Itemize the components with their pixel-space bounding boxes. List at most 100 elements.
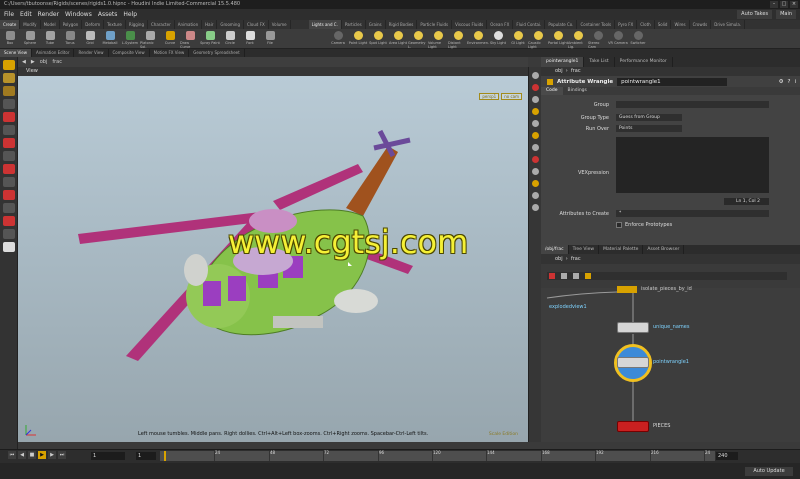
forward-icon[interactable]: ▶	[31, 59, 35, 65]
tab-material-palette[interactable]: Material Palette	[599, 245, 644, 254]
shading-icon[interactable]	[531, 108, 539, 115]
pose-tool-icon[interactable]	[2, 125, 15, 135]
unique-names-node-label[interactable]: unique_names	[653, 324, 689, 330]
auto-takes-toggle[interactable]: Auto Takes	[737, 10, 773, 19]
tab-take-list[interactable]: Take List	[584, 57, 615, 67]
shelf-tool-right-14[interactable]: VR Camera	[608, 29, 628, 49]
shelf-tab-right-10[interactable]: Pyro FX	[615, 20, 638, 29]
shelf-tab-left-7[interactable]: Character	[148, 20, 175, 29]
shelf-tab-right-11[interactable]: Cloth	[637, 20, 655, 29]
vertex-icon[interactable]	[531, 168, 539, 175]
group-type-dropdown[interactable]: Guess from Group	[616, 114, 682, 121]
render-region-icon[interactable]	[2, 177, 15, 187]
pieces-node[interactable]	[617, 421, 649, 432]
maximize-icon[interactable]: □	[780, 1, 788, 8]
shelf-tool-left-4[interactable]: Grid	[80, 29, 100, 49]
playhead[interactable]	[164, 451, 166, 461]
current-frame-field[interactable]: 1	[91, 452, 125, 460]
network-tool-icon[interactable]	[549, 273, 555, 279]
step-forward-icon[interactable]: ▶	[48, 451, 56, 459]
shelf-tool-right-11[interactable]: Portal Light	[548, 29, 568, 49]
shelf-tool-right-8[interactable]: Sky Light	[488, 29, 508, 49]
shelf-tab-left-11[interactable]: Cloud FX	[244, 20, 269, 29]
shelf-tab-left-4[interactable]: Deform	[82, 20, 105, 29]
view-tool-icon[interactable]	[2, 138, 15, 148]
pane-tab-0[interactable]: Scene View	[0, 49, 32, 57]
shelf-tool-left-13[interactable]: File	[260, 29, 280, 49]
pane-tab-2[interactable]: Render View	[74, 49, 109, 57]
back-icon[interactable]: ◀	[22, 59, 26, 65]
points-icon[interactable]	[531, 132, 539, 139]
camera-tool-icon[interactable]	[2, 216, 15, 226]
enforce-prototypes-checkbox[interactable]	[616, 222, 622, 228]
shelf-tool-left-7[interactable]: Platonic Sol.	[140, 29, 160, 49]
shelf-tool-left-2[interactable]: Tube	[40, 29, 60, 49]
shelf-tool-left-8[interactable]: Curve	[160, 29, 180, 49]
path-segment-obj[interactable]: obj	[40, 59, 48, 65]
shelf-tab-right-15[interactable]: Drive Simula.	[711, 20, 746, 29]
normals-icon[interactable]	[531, 144, 539, 151]
pointwrangle-node[interactable]	[617, 357, 649, 368]
shelf-tool-left-10[interactable]: Spray Paint	[200, 29, 220, 49]
rotate-tool-icon[interactable]	[2, 86, 15, 96]
menu-help[interactable]: Help	[123, 11, 137, 18]
auto-update-menu[interactable]: Auto Update	[745, 467, 793, 476]
bulb-icon[interactable]	[2, 242, 15, 252]
grid-icon[interactable]	[531, 192, 539, 199]
shelf-tab-right-5[interactable]: Viscous Fluids	[452, 20, 488, 29]
shelf-tool-left-5[interactable]: Metaball	[100, 29, 120, 49]
display-icon[interactable]	[2, 229, 15, 239]
shelf-tab-left-2[interactable]: Model	[41, 20, 60, 29]
background-icon[interactable]	[531, 204, 539, 211]
shelf-tool-right-13[interactable]: Stereo Cam	[588, 29, 608, 49]
tab-network-frac[interactable]: /obj/frac	[541, 245, 569, 254]
shelf-tab-left-9[interactable]: Hair	[202, 20, 218, 29]
ghost-icon[interactable]	[531, 84, 539, 91]
shelf-tool-right-5[interactable]: Volume Light	[428, 29, 448, 49]
shelf-tab-right-0[interactable]: Lights and C.	[308, 20, 342, 29]
shelf-tool-left-11[interactable]: Circle	[220, 29, 240, 49]
shelf-tool-right-12[interactable]: Ambient Lig.	[568, 29, 588, 49]
play-icon[interactable]: ▶	[38, 451, 46, 459]
menu-windows[interactable]: Windows	[65, 11, 92, 18]
move-tool-icon[interactable]	[2, 73, 15, 83]
go-to-start-icon[interactable]: ⏮	[8, 451, 16, 459]
minimize-icon[interactable]: –	[770, 1, 778, 8]
stop-icon[interactable]: ■	[28, 451, 36, 459]
flipbook-icon[interactable]	[2, 190, 15, 200]
light-tool-icon[interactable]	[2, 203, 15, 213]
shelf-tab-left-3[interactable]: Polygon	[60, 20, 83, 29]
grid-snap-icon[interactable]	[573, 273, 579, 279]
network-editor[interactable]: isolate_pieces_by_id explodedview1 uniqu…	[541, 286, 800, 442]
pointwrangle-node-label[interactable]: pointwrangle1	[653, 359, 689, 365]
shelf-tool-right-2[interactable]: Spot Light	[368, 29, 388, 49]
tab-pointwrangle1[interactable]: pointwrangle1	[541, 57, 585, 67]
isolate-node[interactable]	[617, 286, 637, 293]
shelf-tab-right-4[interactable]: Particle Fluids	[417, 20, 453, 29]
net-path-frac[interactable]: frac	[571, 256, 581, 262]
shelf-tab-right-7[interactable]: Fluid Contai.	[513, 20, 546, 29]
shelf-tab-right-8[interactable]: Populate Co.	[545, 20, 578, 29]
snap-tool-icon[interactable]	[2, 151, 15, 161]
parm-path-frac[interactable]: frac	[571, 68, 581, 74]
shelf-tool-left-12[interactable]: Font	[240, 29, 260, 49]
shelf-tab-left-1[interactable]: Modify	[20, 20, 41, 29]
menu-assets[interactable]: Assets	[98, 11, 118, 18]
unique-names-node[interactable]	[617, 322, 649, 333]
end-frame-field[interactable]: 240	[716, 452, 738, 460]
pane-tab-5[interactable]: Geometry Spreadsheet	[189, 49, 245, 57]
node-name-field[interactable]: pointwrangle1	[617, 77, 728, 86]
timeline-ruler[interactable]: 24 48 72 96 120 144 168 192 216 24	[160, 450, 715, 461]
shelf-tool-left-9[interactable]: Draw Curve	[180, 29, 200, 49]
start-frame-field[interactable]: 1	[136, 452, 156, 460]
shelf-tab-right-1[interactable]: Particles	[342, 20, 366, 29]
pane-tab-4[interactable]: Motion FX View	[150, 49, 190, 57]
shelf-tool-left-1[interactable]: Sphere	[20, 29, 40, 49]
gear-icon[interactable]: ⚙	[779, 79, 784, 85]
tab-code[interactable]: Code	[541, 87, 563, 95]
shelf-tool-right-0[interactable]: Camera	[328, 29, 348, 49]
menu-file[interactable]: File	[4, 11, 14, 18]
shelf-tab-right-12[interactable]: Solid	[655, 20, 672, 29]
shelf-tab-left-12[interactable]: Volume	[269, 20, 291, 29]
shelf-tool-right-9[interactable]: GI Light	[508, 29, 528, 49]
